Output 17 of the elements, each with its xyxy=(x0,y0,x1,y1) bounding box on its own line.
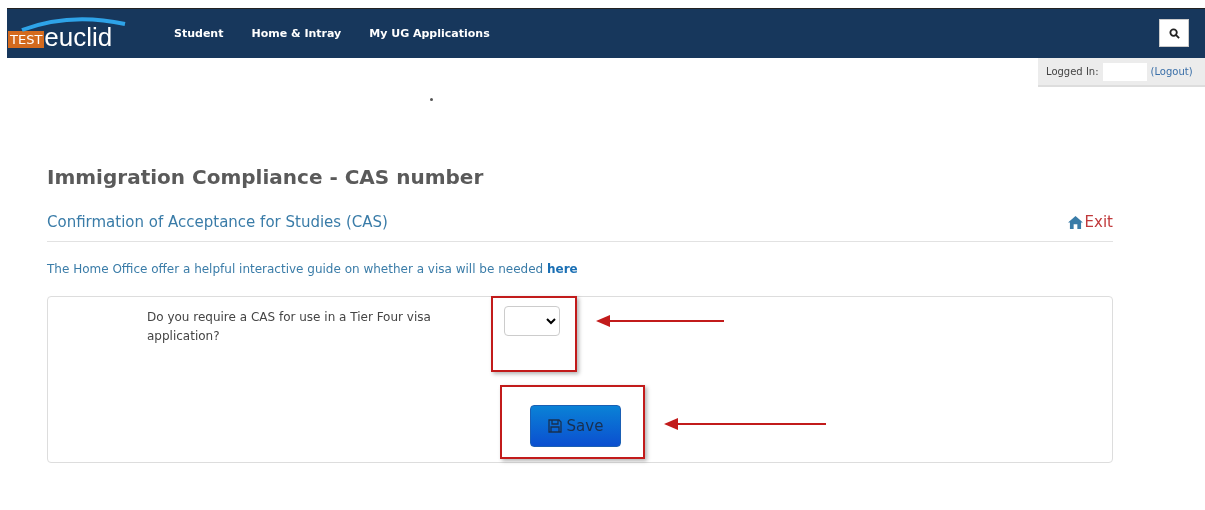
section-title: Confirmation of Acceptance for Studies (CAS) xyxy=(47,213,388,231)
page-title: Immigration Compliance - CAS number xyxy=(47,165,485,189)
logo-badge: TEST xyxy=(8,30,45,48)
question-label: Do you require a CAS for use in a Tier Four visa application? xyxy=(147,309,432,345)
dot-mark xyxy=(430,98,433,101)
here-link[interactable]: here xyxy=(546,262,578,276)
search-icon xyxy=(1168,27,1180,39)
search-button[interactable] xyxy=(1159,19,1189,47)
nav-link[interactable]: Home & Intray xyxy=(251,27,342,40)
logout-link[interactable]: (Logout) xyxy=(1150,66,1193,77)
exit-link[interactable]: Exit xyxy=(1067,213,1113,231)
home-icon xyxy=(1067,215,1083,229)
nav-link[interactable]: My UG Applications xyxy=(369,27,490,40)
guide-text: The Home Office offer a helpful interactive guide on whether a visa will be needed here xyxy=(47,262,579,276)
nav-link[interactable]: Student xyxy=(174,27,224,40)
logo-text: euclid xyxy=(44,21,113,52)
logged-in-label: Logged In: xyxy=(1046,66,1099,77)
